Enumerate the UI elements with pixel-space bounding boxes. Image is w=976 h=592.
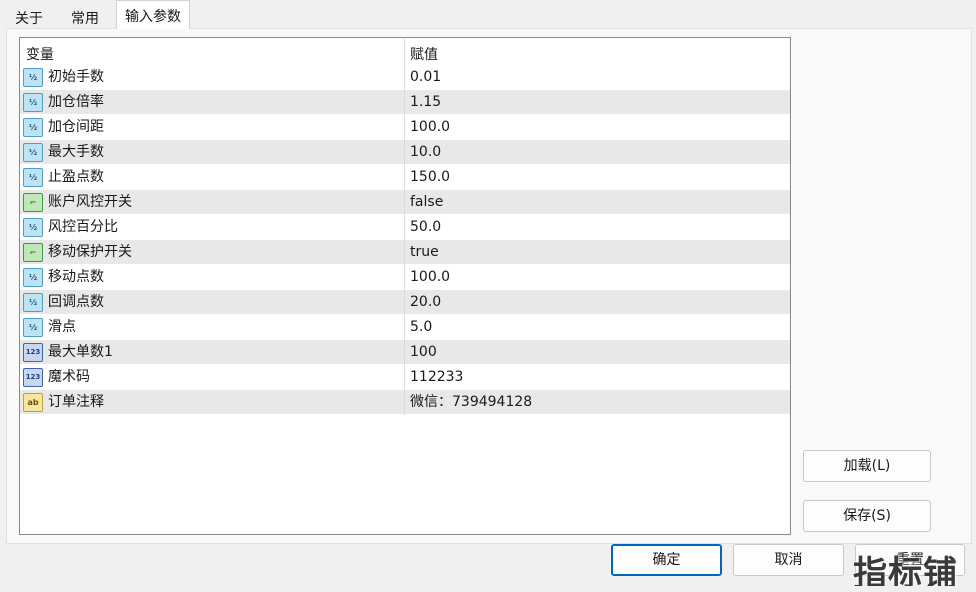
table-row[interactable]: ½ 移动点数 100.0	[20, 265, 790, 290]
value-cell[interactable]: 50.0	[410, 215, 441, 240]
value-cell[interactable]: true	[410, 240, 439, 265]
variable-cell: ⌐ 账户风控开关	[20, 190, 405, 215]
table-row[interactable]: ½ 最大手数 10.0	[20, 140, 790, 165]
value-cell[interactable]: false	[410, 190, 443, 215]
column-header-variable[interactable]: 变量	[20, 38, 405, 65]
tab-inputs[interactable]: 输入参数	[116, 0, 190, 29]
variable-cell: 123 最大单数1	[20, 340, 405, 365]
parameters-grid: 变量 赋值 ½ 初始手数 0.01 ½ 加仓倍率 1.15 ½ 加仓间距 100.0 ½ 最大手数 1…	[19, 37, 791, 535]
double-type-icon: ½	[23, 268, 43, 287]
double-type-icon: ½	[23, 218, 43, 237]
double-type-icon: ½	[23, 168, 43, 187]
ok-button[interactable]: 确定	[611, 544, 722, 576]
variable-name: 加仓倍率	[48, 94, 104, 110]
double-type-icon: ½	[23, 93, 43, 112]
variable-name: 滑点	[48, 319, 76, 335]
tab-about[interactable]: 关于	[6, 3, 56, 28]
table-row[interactable]: 123 魔术码 112233	[20, 365, 790, 390]
grid-header: 变量 赋值	[20, 38, 790, 65]
variable-cell: ½ 最大手数	[20, 140, 405, 165]
value-cell[interactable]: 100	[410, 340, 437, 365]
table-row[interactable]: ½ 止盈点数 150.0	[20, 165, 790, 190]
variable-cell: ½ 止盈点数	[20, 165, 405, 190]
variable-name: 魔术码	[48, 369, 90, 385]
value-cell[interactable]: 100.0	[410, 115, 450, 140]
variable-name: 移动保护开关	[48, 244, 132, 260]
variable-name: 订单注释	[48, 394, 104, 410]
table-row[interactable]: 123 最大单数1 100	[20, 340, 790, 365]
int-type-icon: 123	[23, 368, 43, 387]
variable-cell: ½ 风控百分比	[20, 215, 405, 240]
value-cell[interactable]: 112233	[410, 365, 463, 390]
tab-common[interactable]: 常用	[62, 3, 112, 28]
value-cell[interactable]: 20.0	[410, 290, 441, 315]
table-row[interactable]: ab 订单注释 微信：739494128	[20, 390, 790, 415]
table-row[interactable]: ⌐ 账户风控开关 false	[20, 190, 790, 215]
value-cell[interactable]: 100.0	[410, 265, 450, 290]
value-cell[interactable]: 10.0	[410, 140, 441, 165]
column-header-value[interactable]: 赋值	[405, 38, 790, 65]
table-row[interactable]: ½ 滑点 5.0	[20, 315, 790, 340]
table-row[interactable]: ½ 加仓间距 100.0	[20, 115, 790, 140]
cancel-button[interactable]: 取消	[733, 544, 844, 576]
variable-name: 风控百分比	[48, 219, 118, 235]
bool-type-icon: ⌐	[23, 193, 43, 212]
table-row[interactable]: ½ 回调点数 20.0	[20, 290, 790, 315]
bool-type-icon: ⌐	[23, 243, 43, 262]
double-type-icon: ½	[23, 293, 43, 312]
variable-cell: ½ 滑点	[20, 315, 405, 340]
variable-name: 最大单数1	[48, 344, 113, 360]
variable-name: 加仓间距	[48, 119, 104, 135]
grid-rows: ½ 初始手数 0.01 ½ 加仓倍率 1.15 ½ 加仓间距 100.0 ½ 最大手数 10.0 ½ 止盈…	[20, 65, 790, 415]
load-button[interactable]: 加载(L)	[803, 450, 931, 482]
window-bottom-edge	[0, 586, 976, 592]
tab-bar: 关于 常用 输入参数	[0, 0, 976, 29]
variable-name: 回调点数	[48, 294, 104, 310]
variable-cell: 123 魔术码	[20, 365, 405, 390]
value-cell[interactable]: 0.01	[410, 65, 441, 90]
variable-cell: ½ 加仓间距	[20, 115, 405, 140]
variable-cell: ½ 移动点数	[20, 265, 405, 290]
variable-cell: ½ 加仓倍率	[20, 90, 405, 115]
value-cell[interactable]: 1.15	[410, 90, 441, 115]
value-cell[interactable]: 150.0	[410, 165, 450, 190]
variable-name: 账户风控开关	[48, 194, 132, 210]
double-type-icon: ½	[23, 143, 43, 162]
variable-name: 移动点数	[48, 269, 104, 285]
variable-cell: ab 订单注释	[20, 390, 405, 415]
double-type-icon: ½	[23, 118, 43, 137]
value-cell[interactable]: 5.0	[410, 315, 432, 340]
variable-name: 初始手数	[48, 69, 104, 85]
save-button[interactable]: 保存(S)	[803, 500, 931, 532]
variable-cell: ½ 回调点数	[20, 290, 405, 315]
table-row[interactable]: ½ 加仓倍率 1.15	[20, 90, 790, 115]
variable-cell: ⌐ 移动保护开关	[20, 240, 405, 265]
int-type-icon: 123	[23, 343, 43, 362]
variable-cell: ½ 初始手数	[20, 65, 405, 90]
table-row[interactable]: ½ 初始手数 0.01	[20, 65, 790, 90]
variable-name: 止盈点数	[48, 169, 104, 185]
table-row[interactable]: ⌐ 移动保护开关 true	[20, 240, 790, 265]
variable-name: 最大手数	[48, 144, 104, 160]
string-type-icon: ab	[23, 393, 43, 412]
value-cell[interactable]: 微信：739494128	[410, 390, 532, 415]
double-type-icon: ½	[23, 68, 43, 87]
double-type-icon: ½	[23, 318, 43, 337]
table-row[interactable]: ½ 风控百分比 50.0	[20, 215, 790, 240]
